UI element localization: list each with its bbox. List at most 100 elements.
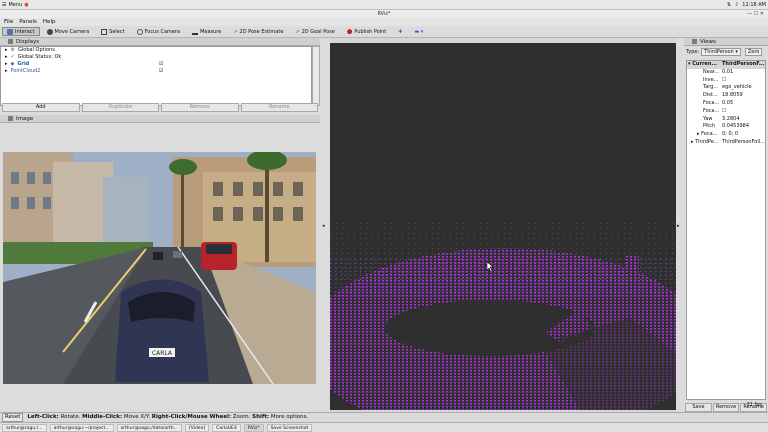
tool-2d-pose-estimate[interactable]: ➚ 2D Pose Estimate [228, 27, 288, 36]
menu-panels[interactable]: Panels [19, 18, 37, 26]
displays-header: Displays [0, 38, 320, 46]
remove-display-button[interactable]: Remove [161, 103, 239, 112]
view-prop-row[interactable]: Foca... 0.05 [687, 100, 765, 108]
system-tray: ⇅ ♪ 12:18 AM [727, 1, 766, 9]
tool-2d-goal-pose[interactable]: ➚ 2D Goal Pose [290, 27, 339, 36]
views-panel: Views Type: ThirdPerson ▾ Zero ▾ Curren.… [684, 38, 768, 412]
taskbar-item[interactable]: [Video] [184, 424, 210, 432]
pose-arrow-icon: ➚ [233, 28, 238, 35]
measure-icon [192, 29, 199, 35]
taskbar-item[interactable]: CarlaUE4 [212, 424, 241, 432]
menu-help[interactable]: Help [43, 18, 56, 26]
tool-interact[interactable]: Interact [2, 27, 40, 36]
fps-counter: 31 fps [746, 402, 763, 408]
displays-buttons: Add Duplicate Remove Rename [0, 103, 320, 113]
taskbar-item[interactable]: arthur@sagu:/... [2, 424, 47, 432]
remove-view-button[interactable]: Remove [712, 403, 740, 412]
view-prop-row[interactable]: Targ... ego_vehicle [687, 84, 765, 92]
select-icon [101, 28, 108, 35]
gear-icon: ⚙ [10, 47, 15, 53]
view-prop-row[interactable]: Near... 0.01 [687, 69, 765, 77]
publish-point-icon: ⬤ [346, 28, 353, 35]
taskbar-item[interactable]: arthur@sagu:/data/arth... [116, 424, 182, 432]
render-3d-view[interactable] [330, 43, 676, 410]
tool-move-camera[interactable]: Move Camera [42, 27, 95, 36]
network-icon[interactable]: ⇅ [727, 2, 731, 8]
views-tree[interactable]: ▾ Curren... ThirdPersonF... Near... 0.01 … [686, 60, 766, 400]
reset-button[interactable]: Reset [2, 413, 24, 422]
add-display-button[interactable]: Add [2, 103, 80, 112]
focus-camera-icon [136, 28, 143, 35]
window-title: RViz* [377, 11, 391, 17]
display-row-pointcloud[interactable]: ▸ PointCloud2 ☑ [1, 68, 311, 72]
tool-focus-camera[interactable]: Focus Camera [132, 27, 186, 36]
status-bar: Reset Left-Click: Rotate. Middle-Click: … [0, 412, 768, 422]
right-dock-collapse-handle[interactable]: ▸ [676, 38, 684, 412]
menu-file[interactable]: File [4, 18, 13, 26]
expand-arrow-icon: ▸ [5, 68, 8, 72]
saved-view-row[interactable]: ▸ ThirdPe... ThirdPersonFoll... [687, 139, 765, 147]
clock[interactable]: 12:18 AM [742, 2, 766, 8]
panel-icon [8, 116, 13, 121]
duplicate-display-button[interactable]: Duplicate [81, 103, 159, 112]
tool-select[interactable]: Select [96, 27, 129, 36]
taskbar: arthur@sagu:/... arthur@sagu:~/project..… [0, 422, 768, 432]
taskbar-item[interactable]: arthur@sagu:~/project... [49, 424, 114, 432]
save-view-button[interactable]: Save [685, 403, 712, 412]
system-menu-button[interactable]: ☰ Menu ● [2, 1, 29, 9]
view-prop-row[interactable]: Foca... ☐ [687, 108, 765, 116]
left-dock: Displays ▸ ⚙ Global Options ▸ ✓ Global S… [0, 38, 320, 412]
license-plate: CARLA [152, 350, 173, 357]
camera-image: CARLA [3, 152, 316, 384]
panel-icon [8, 39, 13, 44]
tool-remove-button[interactable]: ▬ ▾ [409, 27, 428, 36]
taskbar-item-active[interactable]: RViz* [243, 424, 264, 432]
current-view-row[interactable]: ▾ Curren... ThirdPersonF... [687, 61, 765, 69]
view-prop-row[interactable]: Dist... 18.8059 [687, 92, 765, 100]
views-header: Views [684, 38, 768, 46]
window-controls[interactable]: — ☐ ✕ [747, 10, 764, 18]
tool-add-button[interactable]: ✚ [393, 27, 407, 36]
window-titlebar: RViz* — ☐ ✕ [0, 10, 768, 18]
left-dock-collapse-handle[interactable]: ◂ [320, 38, 330, 412]
system-top-bar: ☰ Menu ● ⇅ ♪ 12:18 AM [0, 0, 768, 10]
grid-enabled-checkbox[interactable]: ☑ [159, 61, 163, 68]
collapse-right-arrow-icon[interactable]: ▸ [677, 223, 680, 229]
display-row-global-status[interactable]: ▸ ✓ Global Status: Ok [1, 54, 311, 61]
minus-icon: ▬ ▾ [414, 28, 424, 35]
view-prop-row[interactable]: Yaw 3.2804 [687, 116, 765, 124]
view-type-select[interactable]: ThirdPerson ▾ [701, 48, 741, 56]
tool-toolbar: Interact Move Camera Select Focus Camera… [0, 26, 768, 38]
display-row-global-options[interactable]: ▸ ⚙ Global Options [1, 47, 311, 54]
rename-display-button[interactable]: Rename [240, 103, 318, 112]
goal-arrow-icon: ➚ [295, 28, 300, 35]
tool-measure[interactable]: Measure [187, 27, 226, 36]
menu-icon: ☰ [2, 2, 7, 8]
expand-arrow-icon: ▸ [5, 61, 8, 67]
grid-icon: ◆ [10, 61, 15, 67]
interact-icon [7, 28, 13, 35]
displays-tree[interactable]: ▸ ⚙ Global Options ▸ ✓ Global Status: Ok… [0, 46, 312, 106]
zero-button[interactable]: Zero [744, 48, 763, 56]
display-row-grid[interactable]: ▸ ◆ Grid ☑ [1, 61, 311, 68]
view-prop-row[interactable]: Inve... ☐ [687, 77, 765, 85]
collapse-left-arrow-icon[interactable]: ◂ [322, 223, 325, 229]
panel-icon [692, 39, 697, 44]
view-type-row: Type: ThirdPerson ▾ Zero [684, 47, 768, 57]
menubar: File Panels Help [0, 18, 768, 26]
browser-icon[interactable]: ● [24, 2, 28, 8]
view-prop-row[interactable]: ▸ Foca... 0; 0; 0 [687, 131, 765, 139]
pointcloud-enabled-checkbox[interactable]: ☑ [159, 68, 163, 72]
tool-publish-point[interactable]: ⬤ Publish Point [342, 27, 391, 36]
plus-icon: ✚ [398, 28, 403, 35]
check-icon: ✓ [10, 54, 15, 60]
volume-icon[interactable]: ♪ [735, 2, 738, 8]
view-prop-row[interactable]: Pitch 0.0453984 [687, 123, 765, 131]
system-menu-label: Menu [8, 2, 23, 8]
displays-scrollbar[interactable] [312, 46, 320, 106]
taskbar-item[interactable]: Save Screenshot [266, 424, 313, 432]
move-camera-icon [46, 28, 53, 35]
expand-arrow-icon: ▸ [5, 54, 8, 60]
image-panel: Image CARLA [0, 115, 320, 412]
image-panel-header: Image [0, 115, 320, 123]
